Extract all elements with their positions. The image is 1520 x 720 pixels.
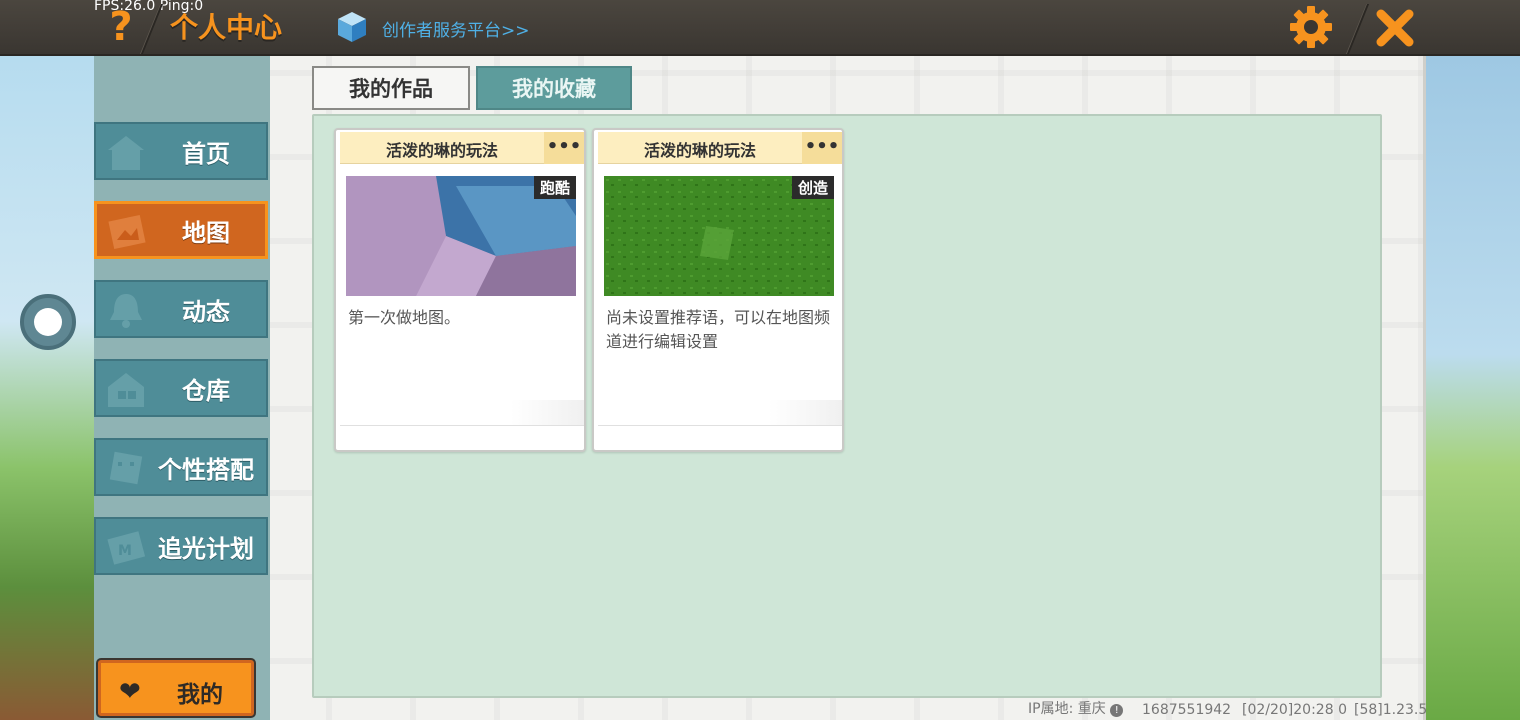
- divider: [1345, 4, 1370, 54]
- gear-icon[interactable]: [1288, 4, 1334, 50]
- tab-my-works[interactable]: 我的作品: [312, 66, 470, 110]
- bell-icon: [110, 294, 142, 328]
- sidebar-item-label: 首页: [182, 139, 230, 168]
- card-description: 第一次做地图。: [348, 308, 461, 327]
- info-icon[interactable]: !: [1110, 704, 1124, 717]
- mine-button[interactable]: ❤ 我的: [98, 660, 254, 716]
- background-scenery-left: [0, 56, 94, 720]
- sidebar-item-label: 仓库: [182, 376, 230, 405]
- card-title: 活泼的琳的玩法: [385, 141, 498, 160]
- card-footer: [340, 400, 584, 426]
- more-options-button[interactable]: •••: [544, 132, 584, 164]
- user-id: 1687551942: [1142, 702, 1232, 718]
- mode-badge: 跑酷: [533, 176, 576, 199]
- floating-joystick-button[interactable]: [20, 294, 76, 350]
- sidebar-item-label: 动态: [182, 297, 230, 326]
- house-icon: [108, 136, 144, 170]
- map-card[interactable]: 活泼的琳的玩法 ••• 创造 尚未设置推荐语，可以在地图频道进行编辑设置: [592, 128, 844, 452]
- sidebar-item-map[interactable]: 地图: [94, 201, 268, 259]
- sidebar-item-warehouse[interactable]: 仓库: [94, 359, 268, 417]
- mode-badge: 创造: [791, 176, 834, 199]
- more-options-button[interactable]: •••: [802, 132, 842, 164]
- close-icon[interactable]: [1372, 6, 1418, 50]
- card-title: 活泼的琳的玩法: [643, 141, 756, 160]
- card-header: 活泼的琳的玩法 •••: [598, 132, 842, 164]
- card-header: 活泼的琳的玩法 •••: [340, 132, 584, 164]
- sidebar-item-label: 追光计划: [158, 534, 254, 563]
- background-scenery-right: [1426, 56, 1520, 720]
- ip-location: IP属地: 重庆 !: [1028, 698, 1124, 718]
- works-grid: 活泼的琳的玩法 ••• 跑酷 第一次做地图。 活泼的琳的玩法 ••• 创造 尚未…: [312, 114, 1382, 698]
- sidebar-item-chase-light[interactable]: M 追光计划: [94, 517, 268, 575]
- sidebar-item-outfit[interactable]: 个性搭配: [94, 438, 268, 496]
- sidebar-item-label: 个性搭配: [158, 455, 254, 484]
- card-thumbnail: 创造: [604, 176, 834, 296]
- ticket-icon: M: [107, 531, 146, 565]
- warehouse-icon: [108, 373, 144, 407]
- top-bar: ? FPS:26.0 Ping:0 个人中心 创作者服务平台>>: [0, 0, 1520, 56]
- card-thumbnail: 跑酷: [346, 176, 576, 296]
- sidebar-item-activity[interactable]: 动态: [94, 280, 268, 338]
- main-panel: 我的作品 我的收藏 活泼的琳的玩法 ••• 跑酷 第一次做地图。 活泼的琳的玩法…: [270, 56, 1428, 720]
- mine-label: 我的: [177, 682, 223, 708]
- creator-platform-link[interactable]: 创作者服务平台>>: [382, 16, 530, 41]
- map-card[interactable]: 活泼的琳的玩法 ••• 跑酷 第一次做地图。: [334, 128, 586, 452]
- version: [58]1.23.5: [1354, 702, 1428, 718]
- card-footer: [598, 400, 842, 426]
- svg-text:M: M: [118, 543, 132, 559]
- timestamp: [02/20]20:28 0: [1242, 702, 1347, 718]
- cube-icon[interactable]: [336, 10, 368, 44]
- card-description: 尚未设置推荐语，可以在地图频道进行编辑设置: [606, 308, 831, 351]
- tab-my-favorites[interactable]: 我的收藏: [476, 66, 632, 110]
- avatar-icon: [109, 451, 143, 485]
- page-title: 个人中心: [170, 11, 283, 44]
- map-icon: [108, 214, 146, 250]
- heart-icon: ❤: [119, 677, 141, 707]
- sidebar-item-home[interactable]: 首页: [94, 122, 268, 180]
- sidebar-item-label: 地图: [182, 218, 230, 247]
